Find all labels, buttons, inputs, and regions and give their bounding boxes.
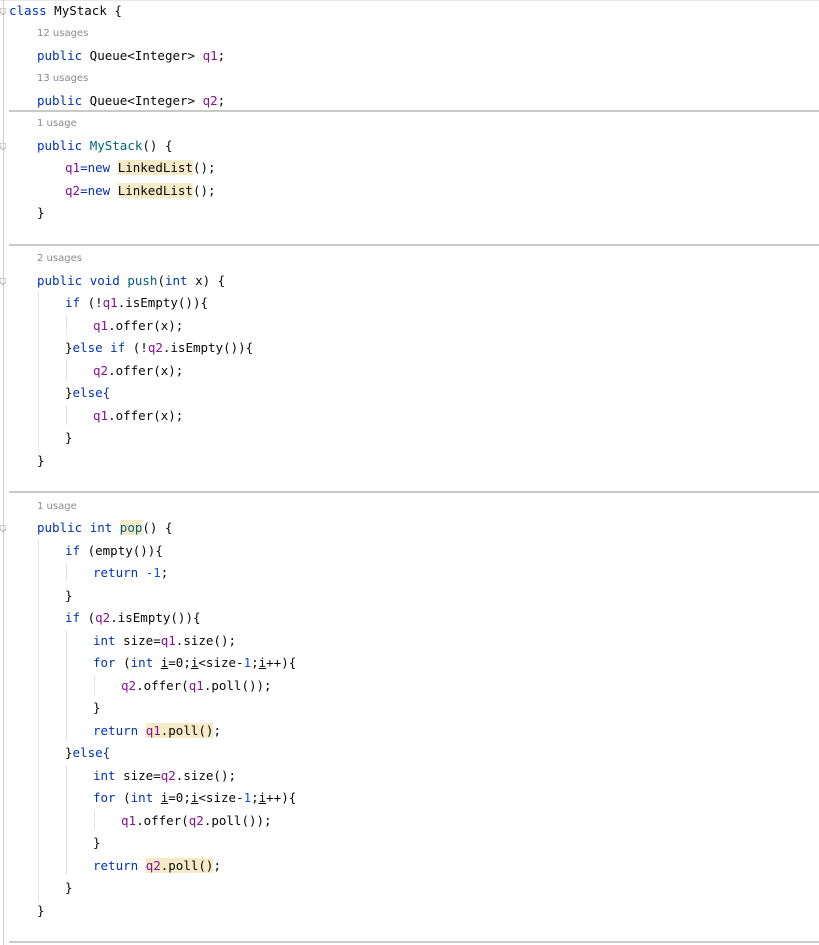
code-line[interactable]: q1.offer(q2.poll()); <box>121 811 272 831</box>
code-line-pop[interactable]: public int pop() { <box>37 518 172 538</box>
code-line[interactable]: } <box>37 203 45 223</box>
usages-hint-push[interactable]: 2 usages <box>37 252 82 266</box>
code-line[interactable]: }else{ <box>65 743 110 763</box>
code-line[interactable]: } <box>37 901 45 921</box>
code-line[interactable]: if (!q1.isEmpty()){ <box>65 293 208 313</box>
method-separator <box>9 244 819 246</box>
indent-guide <box>38 540 39 902</box>
method-name: MyStack <box>89 138 143 153</box>
usages-hint-pop[interactable]: 1 usage <box>37 500 77 514</box>
highlighted-ref: LinkedList <box>117 183 193 198</box>
code-line[interactable]: } <box>65 878 73 898</box>
code-line[interactable]: } <box>37 451 45 471</box>
code-line[interactable]: return q1.poll(); <box>93 721 221 741</box>
keyword: public <box>37 93 83 108</box>
method-separator <box>9 110 819 112</box>
code-line-push[interactable]: public void push(int x) { <box>37 271 225 291</box>
code-line-class[interactable]: class MyStack { <box>9 1 122 21</box>
indent-guide <box>66 360 67 380</box>
indent-guide <box>94 675 95 695</box>
code-line[interactable]: for (int i=0;i<size-1;i++){ <box>93 653 296 673</box>
fold-pop-icon[interactable] <box>0 525 6 532</box>
code-line[interactable]: } <box>65 428 73 448</box>
code-line[interactable]: int size=q2.size(); <box>93 766 236 786</box>
code-line[interactable]: if (empty()){ <box>65 541 163 561</box>
code-line[interactable]: q1=new LinkedList(); <box>65 158 216 178</box>
keyword: public <box>37 48 83 63</box>
code-line[interactable]: q1.offer(x); <box>93 406 183 426</box>
highlighted-ref: LinkedList <box>117 160 193 175</box>
punct: ; <box>217 48 226 63</box>
highlighted-ref: q2.poll() <box>145 858 214 873</box>
code-line[interactable]: }else if (!q2.isEmpty()){ <box>65 338 253 358</box>
usages-hint-q2[interactable]: 13 usages <box>37 72 88 86</box>
method-name: pop <box>119 520 143 535</box>
code-line[interactable]: q2=new LinkedList(); <box>65 181 216 201</box>
punct: ; <box>217 93 226 108</box>
method-name: push <box>127 273 158 288</box>
method-separator <box>9 941 819 943</box>
code-line[interactable]: return q2.poll(); <box>93 856 221 876</box>
code-line[interactable]: if (q2.isEmpty()){ <box>65 608 201 628</box>
method-separator <box>9 491 819 493</box>
keyword: public <box>37 138 83 153</box>
keyword: class <box>9 3 47 18</box>
editor-top-border <box>0 0 819 1</box>
indent-guide <box>66 562 67 582</box>
field-ref: q2 <box>202 93 218 108</box>
code-line[interactable]: } <box>93 698 101 718</box>
indent-guide <box>66 630 67 740</box>
fold-class-icon[interactable] <box>0 8 6 15</box>
fold-push-icon[interactable] <box>0 278 6 285</box>
type: Queue<Integer> <box>82 48 203 63</box>
code-line-field-q2[interactable]: public Queue<Integer> q2; <box>37 91 225 111</box>
fold-ctor-icon[interactable] <box>0 143 6 150</box>
usages-hint-ctor[interactable]: 1 usage <box>37 117 77 131</box>
indent-guide <box>94 810 95 830</box>
code-line[interactable]: } <box>93 833 101 853</box>
code-line[interactable]: }else{ <box>65 383 110 403</box>
field-ref: q1 <box>202 48 218 63</box>
indent-guide <box>38 292 39 452</box>
indent-guide <box>66 405 67 425</box>
type: Queue<Integer> <box>82 93 203 108</box>
usages-hint-q1[interactable]: 12 usages <box>37 27 88 41</box>
code-line-ctor[interactable]: public MyStack() { <box>37 136 172 156</box>
code-editor[interactable]: class MyStack { 12 usages public Queue<I… <box>0 0 819 945</box>
code-line[interactable]: } <box>65 586 73 606</box>
code-line[interactable]: q2.offer(q1.poll()); <box>121 676 272 696</box>
code-line-field-q1[interactable]: public Queue<Integer> q1; <box>37 46 225 66</box>
gutter-fold-line <box>3 0 4 945</box>
highlighted-ref: q1.poll() <box>145 723 214 738</box>
code-line[interactable]: q1.offer(x); <box>93 316 183 336</box>
code-line[interactable]: int size=q1.size(); <box>93 631 236 651</box>
code-line[interactable]: q2.offer(x); <box>93 361 183 381</box>
indent-guide <box>66 315 67 335</box>
code-line[interactable]: return -1; <box>93 563 168 583</box>
class-name: MyStack { <box>46 3 122 18</box>
code-line[interactable]: for (int i=0;i<size-1;i++){ <box>93 788 296 808</box>
indent-guide <box>66 765 67 875</box>
